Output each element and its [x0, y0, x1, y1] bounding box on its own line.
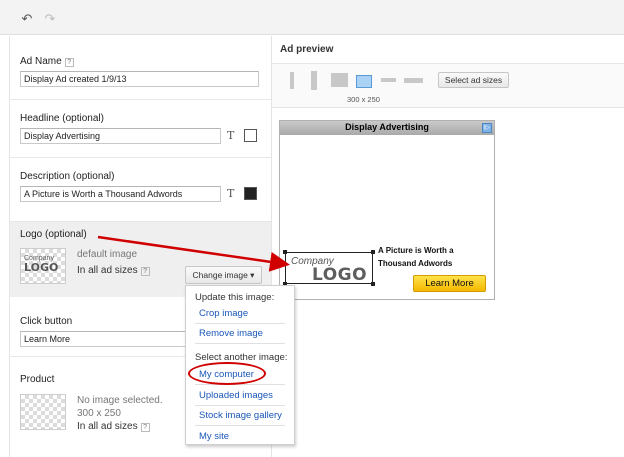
ad-name-label: Ad Name?	[20, 56, 74, 67]
annotation-ellipse	[188, 362, 266, 385]
adchoices-icon[interactable]: i▷	[482, 123, 492, 133]
headline-section: Headline (optional) Display Advertising …	[10, 100, 271, 158]
ad-logo-image[interactable]: Company LOGO	[283, 250, 375, 286]
help-icon[interactable]: ?	[140, 423, 150, 432]
headline-input[interactable]: Display Advertising	[20, 128, 221, 144]
product-size: 300 x 250	[77, 408, 121, 419]
preview-title: Ad preview	[280, 44, 334, 55]
menu-divider	[195, 405, 285, 406]
crop-image-link[interactable]: Crop image	[199, 308, 248, 319]
size-option-skyscraper[interactable]	[290, 72, 294, 89]
headline-color-swatch[interactable]	[244, 129, 257, 142]
learn-more-button[interactable]: Learn More	[413, 275, 486, 292]
ad-headline: Display Advertising	[345, 122, 429, 132]
description-color-swatch[interactable]	[244, 187, 257, 200]
stock-image-gallery-link[interactable]: Stock image gallery	[199, 410, 282, 421]
logo-thumbnail: Company LOGO	[20, 248, 66, 284]
size-option-medium-rectangle[interactable]	[356, 75, 372, 88]
ad-size-selector: Select ad sizes	[272, 64, 624, 108]
size-option-wide-skyscraper[interactable]	[311, 71, 317, 90]
change-image-button[interactable]: Change image ▾	[185, 266, 262, 284]
description-label: Description (optional)	[20, 171, 115, 182]
ad-description: A Picture is Worth a Thousand Adwords	[378, 246, 454, 268]
product-scope: In all ad sizes?	[77, 421, 150, 432]
product-label: Product	[20, 374, 55, 385]
ad-name-input[interactable]: Display Ad created 1/9/13	[20, 71, 259, 87]
toolbar: ↶ ↷	[0, 0, 624, 35]
menu-divider	[195, 343, 285, 344]
update-image-header: Update this image:	[195, 292, 275, 303]
logo-status: default image	[77, 249, 138, 260]
select-ad-sizes-button[interactable]: Select ad sizes	[438, 72, 509, 88]
size-option-leaderboard[interactable]	[404, 78, 423, 83]
help-icon[interactable]: ?	[64, 58, 74, 67]
redo-icon[interactable]: ↷	[42, 12, 58, 25]
click-button-label: Click button	[20, 316, 73, 327]
ad-preview-panel: Ad preview Select ad sizes 300 x 250 Dis…	[272, 36, 624, 457]
select-image-header: Select another image:	[195, 352, 288, 363]
ad-preview: Display Advertising i▷ Company LOGO A Pi…	[279, 120, 495, 300]
ad-logo-word: LOGO	[312, 265, 368, 285]
ad-headline-bar: Display Advertising i▷	[280, 121, 494, 135]
size-option-banner[interactable]	[381, 78, 396, 82]
help-icon[interactable]: ?	[140, 267, 150, 276]
resize-handle[interactable]	[371, 250, 375, 254]
description-section: Description (optional) A Picture is Wort…	[10, 158, 271, 222]
text-font-icon[interactable]: T	[227, 130, 234, 141]
product-thumbnail	[20, 394, 66, 430]
ad-name-section: Ad Name? Display Ad created 1/9/13	[10, 36, 271, 100]
headline-label: Headline (optional)	[20, 113, 104, 124]
text-font-icon[interactable]: T	[227, 188, 234, 199]
logo-label: Logo (optional)	[20, 229, 87, 240]
my-site-link[interactable]: My site	[199, 431, 229, 442]
preview-header: Ad preview	[272, 36, 624, 64]
resize-handle[interactable]	[283, 250, 287, 254]
menu-divider	[195, 323, 285, 324]
logo-scope: In all ad sizes?	[77, 265, 150, 276]
selected-size-label: 300 x 250	[347, 95, 380, 104]
logo-thumbnail-text: Company LOGO	[24, 255, 59, 274]
undo-icon[interactable]: ↶	[19, 12, 35, 25]
uploaded-images-link[interactable]: Uploaded images	[199, 390, 273, 401]
size-option-square[interactable]	[331, 73, 348, 87]
product-status: No image selected.	[77, 395, 163, 406]
menu-divider	[195, 425, 285, 426]
remove-image-link[interactable]: Remove image	[199, 328, 263, 339]
resize-handle[interactable]	[371, 282, 375, 286]
description-input[interactable]: A Picture is Worth a Thousand Adwords	[20, 186, 221, 202]
